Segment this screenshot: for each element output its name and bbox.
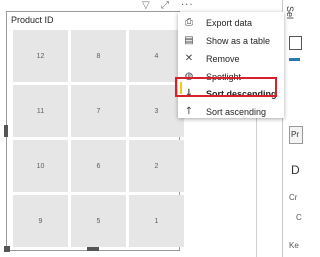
resize-handle-left[interactable] <box>4 125 8 137</box>
more-options-icon[interactable]: ··· <box>181 1 194 11</box>
report-canvas: ▽ ⤢ ··· Product ID 12 8 4 11 7 3 10 6 2 … <box>0 0 303 257</box>
menu-item-label: Show as a table <box>206 35 271 46</box>
menu-item-sort-ascending[interactable]: ↑ Sort ascending <box>178 104 284 119</box>
sort-ascending-icon: ↑ <box>184 106 194 117</box>
focus-mode-icon[interactable]: ⤢ <box>161 1 169 11</box>
menu-item-show-as-table[interactable]: ▤ Show as a table <box>178 33 284 48</box>
export-icon: ⎙ <box>185 17 193 28</box>
grid-cell[interactable]: 6 <box>71 140 126 192</box>
grid-cell[interactable]: 8 <box>71 30 126 82</box>
resize-handle-corner[interactable] <box>4 246 10 252</box>
table-icon: ▤ <box>184 35 194 46</box>
filter-icon[interactable]: ▽ <box>142 1 150 11</box>
grid-cell[interactable]: 10 <box>13 140 68 192</box>
menu-item-label: Export data <box>206 17 253 28</box>
menu-item-export-data[interactable]: ⎙ Export data <box>178 15 284 30</box>
grid-cell[interactable]: 9 <box>13 195 68 247</box>
grid-cell[interactable]: 1 <box>129 195 184 247</box>
menu-item-remove[interactable]: ✕ Remove <box>178 51 284 66</box>
sort-descending-highlight <box>175 77 277 97</box>
resize-handle-bottom[interactable] <box>87 247 99 251</box>
pane-checkbox[interactable] <box>289 36 302 50</box>
grid-cell[interactable]: 12 <box>13 30 68 82</box>
pane-section-heading: D <box>291 163 300 177</box>
hover-marker <box>180 82 182 94</box>
grid-cell[interactable]: 7 <box>71 85 126 137</box>
pane-label-ke: Ke <box>289 241 299 250</box>
grid-cell[interactable]: 4 <box>129 30 184 82</box>
visual-title: Product ID <box>11 15 54 25</box>
pane-field-box[interactable]: Pr <box>289 126 303 144</box>
pane-label-cr: Cr <box>289 193 298 202</box>
menu-item-label: Sort ascending <box>206 106 267 117</box>
pane-rotated-label[interactable]: Sel <box>285 6 295 19</box>
pane-accent-bar <box>289 58 300 61</box>
value-grid: 12 8 4 11 7 3 10 6 2 9 5 1 <box>13 30 184 247</box>
grid-cell[interactable]: 11 <box>13 85 68 137</box>
pane-label-c: C <box>296 213 302 222</box>
menu-item-label: Remove <box>206 53 240 64</box>
grid-cell[interactable]: 5 <box>71 195 126 247</box>
close-icon: ✕ <box>184 53 194 64</box>
context-menu: ⎙ Export data ▤ Show as a table ✕ Remove… <box>178 12 284 118</box>
grid-cell[interactable]: 2 <box>129 140 184 192</box>
